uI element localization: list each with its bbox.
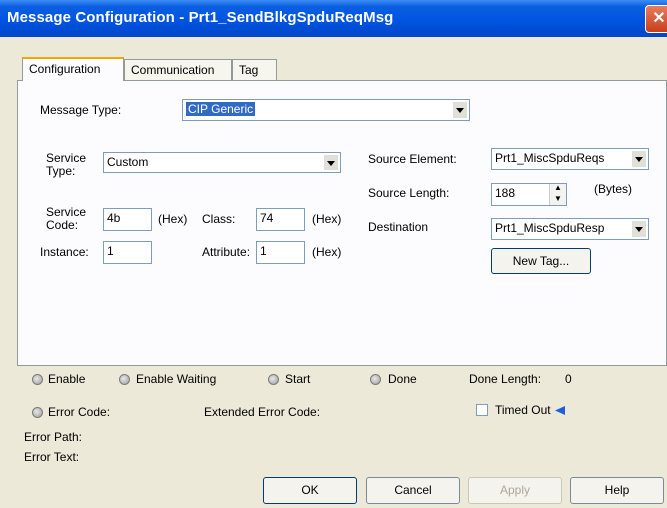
instance-value: 1 [107,244,114,258]
attribute-value: 1 [260,244,267,258]
chevron-down-icon[interactable] [452,101,468,119]
destination-label: Destination [368,220,429,234]
tab-tag[interactable]: Tag [232,59,277,81]
ok-button[interactable]: OK [263,477,357,504]
class-value: 74 [260,211,274,225]
service-type-value: Custom [107,155,149,169]
title-bar[interactable]: Message Configuration - Prt1_SendBlkgSpd… [0,0,667,37]
done-length-value: 0 [565,372,572,386]
tab-communication[interactable]: Communication [124,59,232,81]
message-type-value: CIP Generic [186,102,256,116]
class-hex-label: (Hex) [312,212,342,226]
enable-waiting-indicator-icon [119,374,130,385]
extended-error-code-label: Extended Error Code: [204,405,321,419]
source-element-value: Prt1_MiscSpduReqs [495,151,605,165]
message-type-label: Message Type: [40,103,122,117]
timed-out-checkbox [476,404,488,416]
done-length-label: Done Length: [469,372,542,386]
message-configuration-dialog: Message Configuration - Prt1_SendBlkgSpd… [0,0,667,508]
service-code-label: Service Code: [46,205,87,232]
attribute-hex-label: (Hex) [312,245,342,259]
class-input[interactable]: 74 [256,208,305,231]
attribute-label: Attribute: [202,245,251,259]
service-type-label: Service Type: [46,151,87,178]
start-indicator-icon [268,374,279,385]
destination-select[interactable]: Prt1_MiscSpduResp [491,218,649,240]
close-button[interactable]: ✕ [645,5,667,33]
chevron-down-icon[interactable] [631,150,647,168]
close-icon: ✕ [652,10,666,27]
chevron-down-icon[interactable] [631,220,647,238]
source-length-value: 188 [495,186,516,200]
tab-configuration[interactable]: Configuration [22,57,124,81]
class-label: Class: [202,212,236,226]
instance-label: Instance: [40,245,89,259]
apply-label: Apply [499,483,531,497]
done-indicator-icon [370,374,381,385]
apply-button[interactable]: Apply [468,477,562,504]
instance-input[interactable]: 1 [103,241,152,264]
bytes-label: (Bytes) [594,182,633,196]
new-tag-label: New Tag... [512,254,570,268]
timed-out-label: Timed Out [495,403,551,417]
error-text-label: Error Text: [24,450,80,464]
error-code-label: Error Code: [48,405,111,419]
tab-communication-label: Communication [131,63,215,77]
service-code-value: 4b [107,211,121,225]
help-label: Help [604,483,630,497]
spin-buttons[interactable]: ▲ ▼ [549,184,566,205]
done-label: Done [388,372,417,386]
start-label: Start [285,372,311,386]
source-length-stepper[interactable]: 188 ▲ ▼ [491,183,567,206]
cancel-button[interactable]: Cancel [366,477,460,504]
message-type-select[interactable]: CIP Generic [182,99,470,121]
cancel-label: Cancel [394,483,432,497]
chevron-down-icon[interactable] [323,154,339,171]
tab-configuration-label: Configuration [29,62,101,76]
enable-waiting-label: Enable Waiting [136,372,217,386]
service-code-hex-label: (Hex) [158,212,188,226]
arrow-left-icon [555,406,565,415]
error-code-indicator-icon [32,407,43,418]
new-tag-button[interactable]: New Tag... [491,248,591,274]
error-path-label: Error Path: [24,430,83,444]
help-button[interactable]: Help [570,477,664,504]
service-type-select[interactable]: Custom [103,152,341,173]
enable-label: Enable [48,372,86,386]
spin-down-icon[interactable]: ▼ [550,194,566,206]
window-title: Message Configuration - Prt1_SendBlkgSpd… [7,9,394,26]
service-code-input[interactable]: 4b [103,208,152,231]
attribute-input[interactable]: 1 [256,241,305,264]
ok-label: OK [301,483,319,497]
source-length-label: Source Length: [368,186,450,200]
enable-indicator-icon [32,374,43,385]
destination-value: Prt1_MiscSpduResp [495,221,605,235]
tab-tag-label: Tag [239,63,259,77]
spin-up-icon[interactable]: ▲ [550,184,566,195]
source-element-select[interactable]: Prt1_MiscSpduReqs [491,148,649,170]
source-element-label: Source Element: [368,152,457,166]
